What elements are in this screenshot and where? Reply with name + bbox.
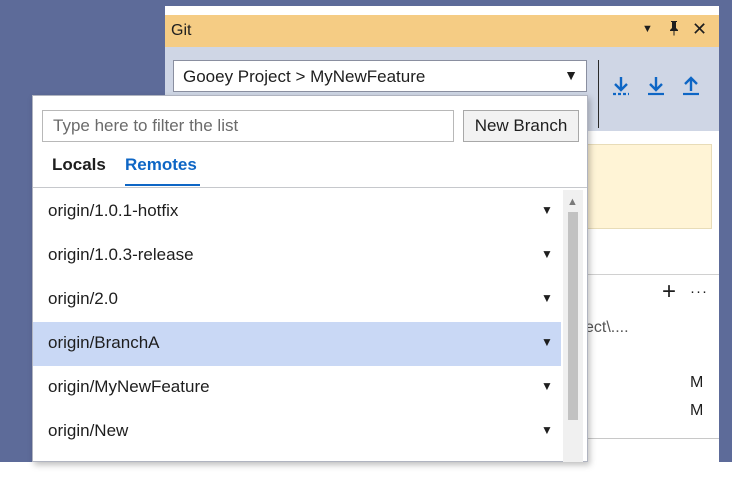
tab-remotes[interactable]: Remotes [125, 155, 197, 175]
list-item[interactable]: origin/1.0.1-hotfix ▼ [33, 190, 561, 234]
chevron-down-icon[interactable]: ▼ [541, 203, 553, 217]
chevron-down-icon[interactable]: ▼ [541, 335, 553, 349]
vertical-scrollbar[interactable]: ▲ [563, 190, 583, 462]
scroll-up-icon[interactable]: ▲ [567, 196, 578, 208]
active-tab-indicator [125, 184, 200, 186]
branch-list: origin/1.0.1-hotfix ▼ origin/1.0.3-relea… [33, 190, 561, 462]
change-path: ect\.... [585, 319, 629, 336]
changes-divider [585, 274, 719, 275]
triangle-down-icon[interactable]: ▼ [642, 23, 653, 35]
branch-label: origin/New [48, 421, 129, 440]
new-branch-button[interactable]: New Branch [463, 110, 579, 142]
list-item[interactable]: origin/1.0.3-release ▼ [33, 234, 561, 278]
branch-label: origin/MyNewFeature [48, 377, 210, 396]
push-icon[interactable] [681, 75, 701, 103]
close-icon[interactable]: ✕ [692, 19, 707, 40]
chevron-down-icon[interactable]: ▼ [541, 291, 553, 305]
chevron-down-icon[interactable]: ▼ [541, 423, 553, 437]
filter-input[interactable] [42, 110, 454, 142]
pin-icon[interactable] [668, 20, 680, 40]
tabs-divider [33, 187, 587, 188]
add-icon[interactable]: + [662, 278, 676, 306]
window-background-right [719, 0, 732, 462]
branch-dropdown: New Branch Locals Remotes origin/1.0.1-h… [32, 95, 588, 462]
scroll-thumb[interactable] [568, 212, 578, 420]
pull-icon[interactable] [646, 75, 666, 103]
list-item[interactable]: origin/2.0 ▼ [33, 278, 561, 322]
branch-label: origin/BranchA [48, 333, 160, 352]
list-item[interactable]: origin/MyNewFeature ▼ [33, 366, 561, 410]
branch-label: origin/1.0.1-hotfix [48, 201, 179, 220]
list-item-selected[interactable]: origin/BranchA ▼ [33, 322, 561, 366]
branch-label: origin/1.0.3-release [48, 245, 194, 264]
chevron-down-icon[interactable]: ▼ [541, 379, 553, 393]
changes-bottom-divider [585, 438, 719, 439]
tab-locals[interactable]: Locals [52, 155, 106, 175]
status-badge: M [690, 402, 704, 419]
branch-selector-text: Gooey Project > MyNewFeature [183, 67, 426, 86]
toolbar-separator [598, 60, 599, 128]
list-item[interactable]: origin/New ▼ [33, 410, 561, 454]
status-badge: M [690, 374, 704, 391]
git-titlebar: Git ▼ ✕ [165, 15, 719, 47]
chevron-down-icon: ▼ [564, 67, 578, 83]
git-window-title: Git [171, 22, 192, 39]
branch-label: origin/2.0 [48, 289, 118, 308]
chevron-down-icon[interactable]: ▼ [541, 247, 553, 261]
more-icon[interactable]: ··· [690, 283, 708, 300]
info-banner [582, 144, 712, 229]
branch-selector[interactable]: Gooey Project > MyNewFeature ▼ [173, 60, 587, 92]
fetch-icon[interactable] [611, 75, 631, 103]
